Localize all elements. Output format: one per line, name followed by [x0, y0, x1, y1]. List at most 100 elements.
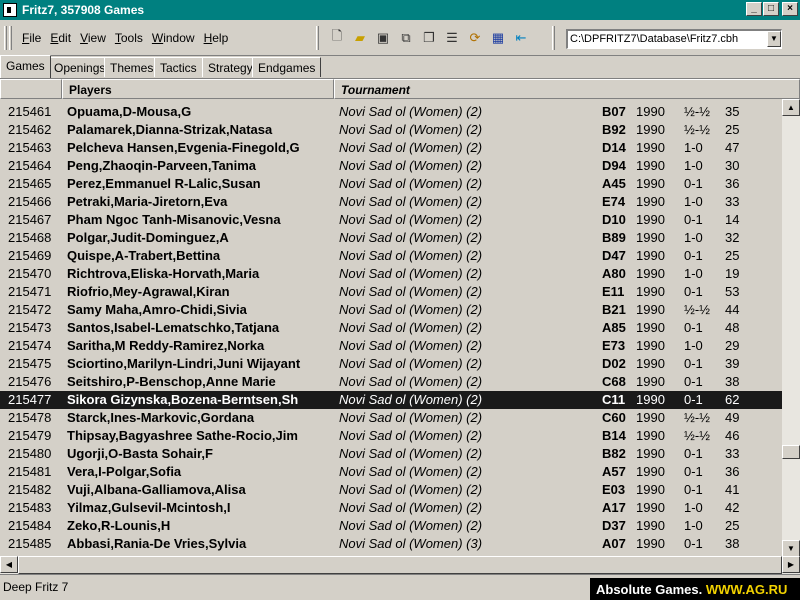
tab-games[interactable]: Games: [0, 55, 51, 78]
moves-cell: 46: [725, 428, 740, 443]
table-row[interactable]: 215464 Peng,Zhaoqin-Parveen,Tanima Novi Sa…: [0, 157, 782, 175]
table-row[interactable]: 215472 Samy Maha,Amro-Chidi,Sivia Novi Sad…: [0, 301, 782, 319]
table-row[interactable]: 215474 Saritha,M Reddy-Ramirez,Norka Novi …: [0, 337, 782, 355]
table-row[interactable]: 215478 Starck,Ines-Markovic,Gordana Novi S…: [0, 409, 782, 427]
game-number: 215463: [8, 140, 52, 155]
vertical-scrollbar[interactable]: ▲ ▼: [782, 99, 800, 557]
table-row[interactable]: 215477 Sikora Gizynska,Bozena-Berntsen,Sh…: [0, 391, 782, 409]
year-cell: 1990: [636, 248, 665, 263]
result-cell: 0-1: [684, 374, 703, 389]
game-number: 215485: [8, 536, 52, 551]
result-cell: 1-0: [684, 518, 703, 533]
horizontal-scroll-thumb[interactable]: [18, 556, 782, 574]
game-number: 215478: [8, 410, 52, 425]
database-select[interactable]: C:\DPFRITZ7\Database\Fritz7.cbh ▼: [566, 29, 782, 49]
game-number: 215476: [8, 374, 52, 389]
table-row[interactable]: 215461 Opuama,D-Mousa,G Novi Sad ol (Women…: [0, 103, 782, 121]
table-row[interactable]: 215467 Pham Ngoc Tanh-Misanovic,Vesna Novi…: [0, 211, 782, 229]
chevron-down-icon[interactable]: ▼: [767, 31, 781, 47]
table-row[interactable]: 215463 Pelcheva Hansen,Evgenia-Finegold,G…: [0, 139, 782, 157]
table-row[interactable]: 215468 Polgar,Judit-Dominguez,A Novi Sad o…: [0, 229, 782, 247]
game-number: 215482: [8, 482, 52, 497]
players-cell: Vera,I-Polgar,Sofia: [67, 464, 182, 479]
menu-grip[interactable]: [4, 26, 7, 50]
result-cell: 0-1: [684, 446, 703, 461]
table-row[interactable]: 215479 Thipsay,Bagyashree Sathe-Rocio,Jim…: [0, 427, 782, 445]
tab-tactics[interactable]: Tactics: [154, 57, 203, 77]
players-cell: Palamarek,Dianna-Strizak,Natasa: [67, 122, 273, 137]
refresh-icon[interactable]: ⟳: [466, 30, 484, 46]
result-cell: 0-1: [684, 284, 703, 299]
toolbar-grip[interactable]: [316, 26, 319, 50]
tournament-cell: Novi Sad ol (Women) (2): [339, 410, 483, 425]
tab-strategy[interactable]: Strategy: [202, 57, 259, 77]
new-icon[interactable]: 🗋: [328, 28, 346, 46]
menu-view[interactable]: View: [80, 31, 106, 45]
scroll-thumb[interactable]: [782, 445, 800, 459]
scroll-down-button[interactable]: ▼: [782, 540, 800, 557]
tab-themes[interactable]: Themes: [104, 57, 160, 77]
copy-icon[interactable]: ❐: [420, 30, 438, 46]
menu-tools[interactable]: Tools: [115, 31, 143, 45]
table-row[interactable]: 215484 Zeko,R-Lounis,H Novi Sad ol (Women)…: [0, 517, 782, 535]
scroll-left-button[interactable]: ◀: [0, 556, 18, 573]
back-arrow-icon[interactable]: ⇤: [512, 30, 530, 46]
menu-help[interactable]: Help: [204, 31, 229, 45]
game-number: 215474: [8, 338, 52, 353]
column-header-number[interactable]: [0, 79, 62, 99]
game-number: 215462: [8, 122, 52, 137]
tournament-cell: Novi Sad ol (Women) (2): [339, 464, 483, 479]
app-icon[interactable]: [3, 3, 17, 17]
moves-cell: 25: [725, 122, 740, 137]
scroll-up-button[interactable]: ▲: [782, 99, 800, 116]
result-cell: 0-1: [684, 482, 703, 497]
players-cell: Seitshiro,P-Benschop,Anne Marie: [67, 374, 276, 389]
table-row[interactable]: 215469 Quispe,A-Trabert,Bettina Novi Sad o…: [0, 247, 782, 265]
table-row[interactable]: 215465 Perez,Emmanuel R-Lalic,Susan Novi S…: [0, 175, 782, 193]
table-icon[interactable]: ▦: [489, 30, 507, 46]
save-icon[interactable]: ▣: [374, 30, 392, 46]
menu-window[interactable]: Window: [152, 31, 195, 45]
moves-cell: 38: [725, 536, 740, 551]
combo-grip[interactable]: [552, 26, 555, 50]
table-row[interactable]: 215480 Ugorji,O-Basta Sohair,F Novi Sad ol…: [0, 445, 782, 463]
horizontal-scrollbar[interactable]: ◀ ▶: [0, 556, 800, 574]
close-button[interactable]: ×: [782, 2, 798, 16]
tournament-cell: Novi Sad ol (Women) (2): [339, 140, 483, 155]
eco-cell: B82: [602, 446, 626, 461]
table-row[interactable]: 215462 Palamarek,Dianna-Strizak,Natasa Nov…: [0, 121, 782, 139]
menu-edit[interactable]: Edit: [50, 31, 71, 45]
table-row[interactable]: 215473 Santos,Isabel-Lematschko,Tatjana No…: [0, 319, 782, 337]
table-row[interactable]: 215485 Abbasi,Rania-De Vries,Sylvia Novi S…: [0, 535, 782, 553]
game-number: 215477: [8, 392, 52, 407]
column-header-players[interactable]: Players: [62, 79, 334, 99]
game-number: 215469: [8, 248, 52, 263]
game-number: 215467: [8, 212, 52, 227]
tournament-cell: Novi Sad ol (Women) (2): [339, 122, 483, 137]
properties-icon[interactable]: ☰: [443, 30, 461, 46]
table-row[interactable]: 215471 Riofrio,Mey-Agrawal,Kiran Novi Sad …: [0, 283, 782, 301]
moves-cell: 49: [725, 410, 740, 425]
result-cell: 0-1: [684, 536, 703, 551]
table-row[interactable]: 215470 Richtrova,Eliska-Horvath,Maria Novi…: [0, 265, 782, 283]
tournament-cell: Novi Sad ol (Women) (2): [339, 176, 483, 191]
save-all-icon[interactable]: ⧉: [397, 30, 415, 46]
table-row[interactable]: 215466 Petraki,Maria-Jiretorn,Eva Novi Sad…: [0, 193, 782, 211]
tab-endgames[interactable]: Endgames: [252, 57, 322, 77]
table-row[interactable]: 215482 Vuji,Albana-Galliamova,Alisa Novi S…: [0, 481, 782, 499]
table-row[interactable]: 215483 Yilmaz,Gulsevil-Mcintosh,I Novi Sad…: [0, 499, 782, 517]
game-number: 215471: [8, 284, 52, 299]
menu-file[interactable]: File: [22, 31, 41, 45]
open-folder-icon[interactable]: ▰: [351, 30, 369, 46]
table-row[interactable]: 215481 Vera,I-Polgar,Sofia Novi Sad ol (Wo…: [0, 463, 782, 481]
tab-openings[interactable]: Openings: [48, 57, 112, 77]
maximize-button[interactable]: □: [763, 2, 779, 16]
column-header-tournament[interactable]: Tournament: [334, 79, 800, 99]
result-cell: ½-½: [684, 104, 711, 119]
tournament-cell: Novi Sad ol (Women) (2): [339, 338, 483, 353]
minimize-button[interactable]: _: [746, 2, 762, 16]
moves-cell: 35: [725, 104, 740, 119]
table-row[interactable]: 215475 Sciortino,Marilyn-Lindri,Juni Wija…: [0, 355, 782, 373]
table-row[interactable]: 215476 Seitshiro,P-Benschop,Anne Marie Nov…: [0, 373, 782, 391]
scroll-right-button[interactable]: ▶: [782, 556, 800, 573]
